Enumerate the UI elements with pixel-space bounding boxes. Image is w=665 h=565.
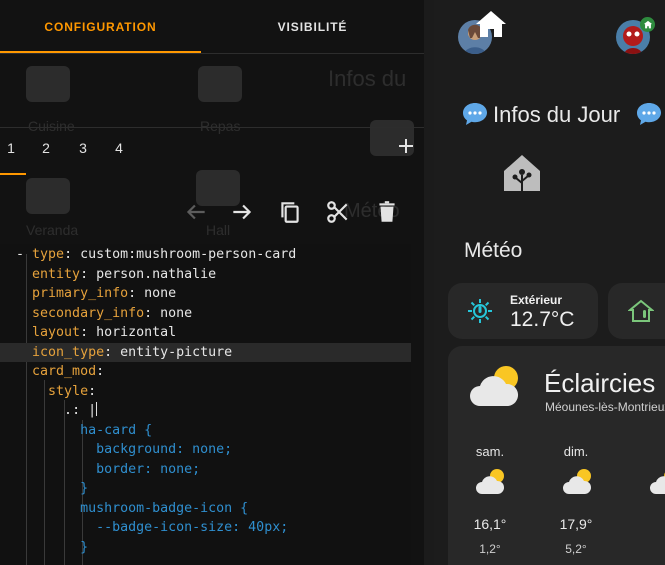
ghost-infos-title: Infos du: [328, 66, 407, 91]
weather-location: Méounes-lès-Montrieux: [545, 400, 665, 414]
ghost-tile-hall: Hall: [206, 222, 231, 238]
active-card-tab-indicator: [0, 173, 26, 175]
infos-du-jour-title: Infos du Jour: [493, 102, 621, 127]
arrow-right-icon: [233, 204, 252, 220]
move-right-button[interactable]: [229, 199, 255, 225]
editor-scrollbar[interactable]: [424, 0, 434, 565]
outdoor-temperature-card[interactable]: Extérieur 12.7°C: [448, 283, 598, 339]
code-line-active: icon_type: entity-picture: [0, 342, 411, 362]
code-line: - type: custom:mushroom-person-card: [16, 247, 297, 262]
forecast-day: dim.: [563, 444, 589, 459]
active-tab-indicator: [0, 51, 201, 53]
forecast-high: 17,9°: [559, 516, 593, 532]
card-tab-2[interactable]: 2: [36, 140, 56, 156]
scissors-icon: [327, 201, 348, 223]
card-tab-3[interactable]: 3: [73, 140, 93, 156]
copy-button[interactable]: [277, 199, 303, 225]
tab-visibility[interactable]: VISIBILITÉ: [201, 0, 424, 54]
code-line: layout: horizontal: [32, 325, 177, 340]
card-index-tabs: 1 2 3 4: [0, 127, 424, 175]
code-line: }: [80, 481, 89, 496]
add-card-button[interactable]: [394, 134, 418, 158]
indoor-temperature-card[interactable]: [608, 283, 665, 339]
editor-tabs: CONFIGURATION VISIBILITÉ: [0, 0, 424, 54]
thermometer-sun-icon: [466, 297, 494, 325]
code-line: secondary_info: none: [32, 305, 193, 321]
tab-configuration[interactable]: CONFIGURATION: [0, 0, 201, 54]
ghost-lights-icon: [26, 66, 70, 102]
cut-button[interactable]: [325, 199, 351, 225]
code-line: mushroom-badge-icon {: [80, 500, 249, 516]
arrow-left-icon: [186, 204, 205, 220]
ghost-ceiling-light-icon: [198, 66, 242, 102]
speech-bubble-icon: [636, 102, 662, 126]
code-line: background: none;: [96, 442, 233, 457]
text-caret: [96, 402, 98, 416]
code-line: card_mod:: [32, 364, 105, 379]
code-line: style:: [48, 383, 97, 399]
partly-cloudy-icon: [468, 362, 524, 410]
code-line: }: [80, 539, 89, 555]
ghost-tile-veranda: Veranda: [26, 222, 79, 238]
forecast-high: 16,1°: [473, 516, 507, 532]
home-badge-icon: [474, 9, 508, 39]
move-left-button[interactable]: [183, 199, 209, 225]
forecast-partly-cloudy-icon: [648, 466, 665, 496]
code-line: entity: person.nathalie: [32, 266, 217, 282]
code-line: border: none;: [96, 461, 201, 477]
home-assistant-icon: [502, 153, 542, 193]
forecast-partly-cloudy-icon: [474, 466, 508, 496]
forecast-day: sam.: [475, 444, 505, 459]
code-line: .: |: [64, 402, 98, 418]
home-status-badge-icon: [640, 17, 655, 32]
dashboard-preview: Infos du Jour Météo Extérieur 12.7°C Écl…: [434, 0, 665, 565]
code-line: primary_info: none: [32, 286, 177, 301]
yaml-code-editor[interactable]: - type: custom:mushroom-person-card enti…: [0, 244, 411, 565]
card-editor-panel: Cuisine Repas Infos du Veranda Hall Mété…: [0, 0, 434, 565]
ghost-spotlight-icon: [26, 178, 70, 214]
weather-forecast-card[interactable]: Éclaircies Méounes-lès-Montrieux sam. 16…: [448, 346, 665, 565]
card-tab-1[interactable]: 1: [1, 140, 21, 156]
weather-condition: Éclaircies: [544, 368, 656, 398]
code-line: --badge-icon-size: 40px;: [96, 520, 289, 535]
forecast-low: 1,2°: [479, 542, 501, 556]
forecast-low: 5,2°: [565, 542, 587, 556]
house-thermometer-icon: [627, 298, 655, 324]
meteo-section-title: Météo: [464, 239, 523, 262]
plus-icon: [399, 139, 413, 153]
forecast-partly-cloudy-icon: [561, 466, 595, 496]
outdoor-value: 12.7°C: [510, 308, 575, 331]
code-line: ha-card {: [80, 422, 153, 438]
copy-icon: [281, 202, 299, 223]
speech-bubble-icon: [462, 102, 488, 126]
outdoor-label: Extérieur: [510, 293, 563, 307]
card-tab-4[interactable]: 4: [109, 140, 129, 156]
delete-button[interactable]: [374, 199, 400, 225]
trash-icon: [379, 201, 395, 222]
